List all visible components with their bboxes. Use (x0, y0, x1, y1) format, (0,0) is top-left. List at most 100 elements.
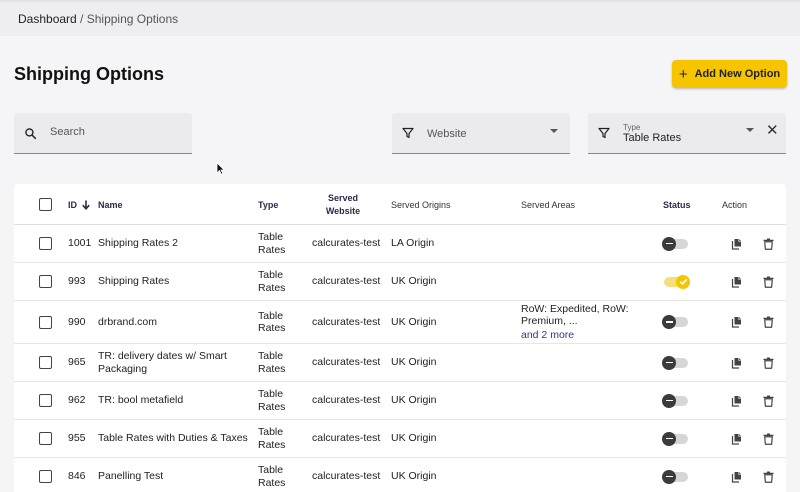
mouse-cursor-icon (216, 162, 226, 180)
header-id-label: ID (68, 199, 77, 210)
row-type: Table Rates (258, 301, 285, 343)
trash-icon[interactable] (763, 225, 774, 262)
row-origin: UK Origin (391, 315, 437, 328)
website-filter-select[interactable]: Website (392, 113, 570, 154)
copy-icon[interactable] (731, 263, 743, 300)
trash-icon[interactable] (763, 344, 774, 381)
table-row[interactable]: 1001 Shipping Rates 2 Table Rates calcurates… (14, 225, 786, 263)
copy-icon[interactable] (731, 344, 743, 381)
type-filter-select[interactable]: Type Table Rates ✕ (588, 113, 786, 154)
search-icon (24, 127, 37, 140)
row-checkbox[interactable] (39, 394, 52, 407)
row-type-line2: Rates (258, 438, 286, 451)
status-toggle-cell (662, 225, 690, 262)
row-type-line1: Table (258, 269, 284, 282)
status-toggle[interactable] (662, 274, 690, 289)
table-row[interactable]: 993 Shipping Rates Table Rates calcurates-te… (14, 263, 786, 301)
status-toggle-cell (662, 301, 690, 343)
row-name[interactable]: drbrand.com (98, 301, 248, 343)
row-checkbox[interactable] (39, 315, 52, 329)
row-name[interactable]: TR: bool metafield (98, 382, 248, 419)
row-origin: UK Origin (391, 470, 437, 483)
table-row[interactable]: 965 TR: delivery dates w/ Smart Packaging… (14, 344, 786, 382)
arrow-down-icon (82, 200, 90, 210)
table-row[interactable]: 846 Panelling Test Table Rates calcurates-te… (14, 458, 786, 492)
header-status[interactable]: Status (663, 184, 691, 225)
row-checkbox[interactable] (39, 356, 52, 369)
row-type-line2: Rates (258, 362, 286, 375)
row-checkbox[interactable] (39, 275, 52, 288)
row-type-line1: Table (258, 426, 284, 439)
row-website: calcurates-test (312, 275, 381, 288)
status-toggle[interactable] (662, 236, 690, 251)
row-checkbox-cell (39, 344, 52, 381)
header-type[interactable]: Type (258, 184, 278, 225)
copy-icon[interactable] (731, 301, 743, 343)
row-type-line1: Table (258, 464, 284, 477)
row-type-line2: Rates (258, 281, 286, 294)
table-row[interactable]: 962 TR: bool metafield Table Rates calcurate… (14, 382, 786, 420)
row-type: Table Rates (258, 263, 285, 300)
select-all-checkbox[interactable] (39, 198, 52, 211)
header-served-website-line2: Website (325, 206, 361, 216)
copy-icon[interactable] (731, 382, 743, 419)
status-toggle[interactable] (662, 315, 690, 329)
header-name[interactable]: Name (98, 184, 123, 225)
close-icon[interactable]: ✕ (766, 123, 779, 138)
header-id[interactable]: ID (68, 184, 90, 225)
row-name[interactable]: Table Rates with Duties & Taxes (98, 420, 248, 457)
copy-icon[interactable] (731, 225, 743, 262)
breadcrumb-separator: / (76, 12, 87, 26)
row-origin: UK Origin (391, 356, 437, 369)
trash-icon[interactable] (763, 301, 774, 343)
row-checkbox[interactable] (39, 470, 52, 483)
trash-icon[interactable] (763, 382, 774, 419)
chevron-down-icon (550, 129, 558, 133)
row-name[interactable]: Shipping Rates (98, 263, 248, 300)
row-checkbox[interactable] (39, 237, 52, 250)
shipping-options-table: ID Name Type Served Website Served Origi… (14, 184, 786, 492)
minus-icon (662, 315, 676, 329)
header-served-areas: Served Areas (521, 199, 576, 210)
search-input[interactable]: Search (14, 113, 192, 154)
breadcrumb-dashboard-link[interactable]: Dashboard (18, 12, 77, 26)
filter-icon (598, 127, 610, 139)
trash-icon[interactable] (763, 420, 774, 457)
page-title: Shipping Options (14, 64, 164, 84)
website-filter-label: Website (427, 128, 467, 140)
table-row[interactable]: 955 Table Rates with Duties & Taxes Table R… (14, 420, 786, 458)
served-areas-more-link[interactable]: and 2 more (521, 329, 574, 341)
status-toggle[interactable] (662, 431, 690, 446)
served-areas-text: RoW: Expedited, RoW: Premium, ... (521, 303, 629, 328)
row-name[interactable]: Shipping Rates 2 (98, 225, 248, 262)
row-type: Table Rates (258, 458, 285, 492)
plus-icon: + (678, 65, 688, 83)
row-id: 955 (68, 432, 86, 445)
status-toggle-cell (662, 382, 690, 419)
trash-icon[interactable] (763, 263, 774, 300)
row-id: 1001 (68, 237, 92, 250)
row-type-line1: Table (258, 309, 284, 322)
status-toggle[interactable] (662, 393, 690, 408)
filter-icon (402, 127, 414, 139)
row-type-line1: Table (258, 350, 284, 363)
row-name[interactable]: TR: delivery dates w/ Smart Packaging (98, 344, 248, 381)
status-toggle-cell (662, 458, 690, 492)
add-new-option-button[interactable]: + Add New Option (672, 60, 787, 88)
row-checkbox-cell (39, 458, 52, 492)
row-checkbox[interactable] (39, 432, 52, 445)
header-served-website[interactable]: Served Website (312, 184, 374, 225)
trash-icon[interactable] (763, 458, 774, 492)
copy-icon[interactable] (731, 458, 743, 492)
breadcrumb-current: Shipping Options (86, 12, 179, 26)
minus-icon (662, 469, 676, 484)
row-name[interactable]: Panelling Test (98, 458, 248, 492)
header-served-website-line1: Served (327, 193, 359, 203)
table-header: ID Name Type Served Website Served Origi… (14, 184, 786, 225)
copy-icon[interactable] (731, 420, 743, 457)
status-toggle[interactable] (662, 355, 690, 370)
table-row[interactable]: 990 drbrand.com Table Rates calcurates-test U… (14, 301, 786, 344)
type-filter-label: Type (623, 122, 641, 132)
type-filter-value: Table Rates (623, 131, 682, 144)
status-toggle[interactable] (662, 469, 690, 484)
